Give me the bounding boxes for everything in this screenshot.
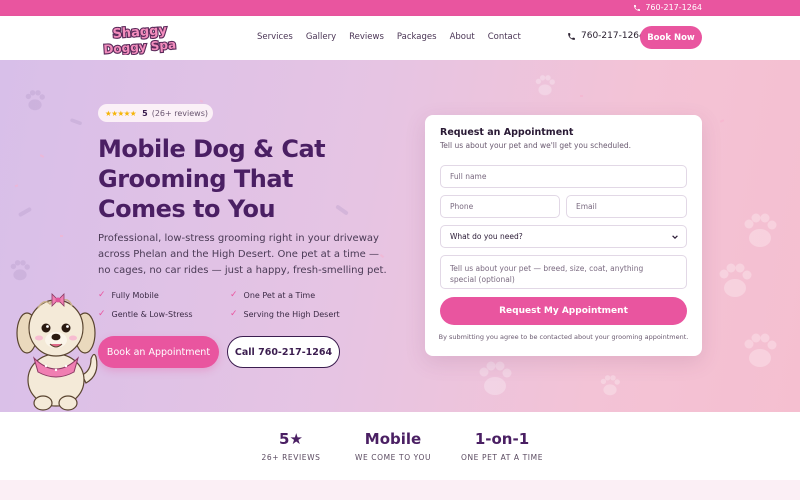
stat-label: 26+ REVIEWS (261, 453, 321, 462)
stat-value: 5★ (279, 430, 303, 448)
rating-badge: ★★★★★ 5 (26+ reviews) (98, 104, 213, 122)
stats-bar: 5★ 26+ REVIEWS Mobile WE COME TO YOU 1-o… (0, 412, 800, 480)
request-appointment-button[interactable]: Request My Appointment (440, 297, 687, 325)
rating-count: (26+ reviews) (151, 108, 208, 118)
nav-links: Services Gallery Reviews Packages About … (257, 32, 521, 42)
next-section-edge (0, 480, 800, 500)
feature-label: One Pet at a Time (243, 290, 316, 300)
feature-list: ✓ Fully Mobile ✓ One Pet at a Time ✓ Gentle… (98, 290, 368, 319)
email-input[interactable]: Email (566, 195, 687, 218)
feature-label: Gentle & Low-Stress (111, 309, 193, 319)
nav-phone-link[interactable]: 760-217-1264 (567, 31, 645, 41)
appointment-form-card: Request an Appointment Tell us about you… (425, 115, 702, 356)
nav-link-gallery[interactable]: Gallery (306, 32, 336, 42)
form-subtitle: Tell us about your pet and we'll get you… (440, 141, 631, 150)
feature-item: ✓ One Pet at a Time (230, 290, 362, 300)
stat-mobile: Mobile WE COME TO YOU (348, 430, 438, 462)
feature-item: ✓ Serving the High Desert (230, 309, 362, 319)
nav-link-contact[interactable]: Contact (488, 32, 521, 42)
nav-phone-text: 760-217-1264 (581, 31, 645, 41)
stat-value: 1-on-1 (474, 430, 530, 448)
shaggy-doggy-spa-logo[interactable]: Shaggy Doggy Spa (98, 21, 182, 55)
phone-icon (568, 32, 575, 40)
call-button[interactable]: Call 760-217-1264 (227, 336, 340, 368)
topbar-phone-text: 760-217-1264 (645, 3, 702, 12)
stat-label: ONE PET AT A TIME (460, 453, 544, 462)
stat-one-on-one: 1-on-1 ONE PET AT A TIME (452, 430, 552, 462)
full-name-input[interactable]: Full name (440, 165, 687, 188)
top-bar: 760-217-1264 (0, 0, 800, 16)
hero-section: ★★★★★ 5 (26+ reviews) Mobile Dog & Cat G… (0, 60, 800, 412)
service-select[interactable]: What do you need? (440, 225, 687, 248)
chevron-down-icon (672, 234, 678, 239)
feature-item: ✓ Fully Mobile (98, 290, 230, 300)
phone-input[interactable]: Phone (440, 195, 560, 218)
feature-label: Serving the High Desert (243, 309, 340, 319)
check-icon: ✓ (230, 290, 238, 300)
nav-link-about[interactable]: About (450, 32, 475, 42)
topbar-phone-link[interactable]: 760-217-1264 (633, 3, 702, 12)
main-nav: Shaggy Doggy Spa Services Gallery Review… (0, 16, 800, 60)
nav-link-reviews[interactable]: Reviews (349, 32, 384, 42)
hero-description: Professional, low-stress grooming right … (98, 233, 387, 276)
service-select-value: What do you need? (450, 232, 523, 241)
nav-link-packages[interactable]: Packages (397, 32, 437, 42)
form-title: Request an Appointment (440, 127, 574, 138)
book-now-button[interactable]: Book Now (640, 26, 702, 49)
doodle-dog-illustration (16, 293, 98, 411)
book-appointment-button[interactable]: Book an Appointment (98, 336, 219, 368)
stat-reviews: 5★ 26+ REVIEWS (251, 430, 331, 462)
pet-message-textarea[interactable]: Tell us about your pet — breed, size, co… (440, 255, 687, 289)
form-disclaimer: By submitting you agree to be contacted … (438, 333, 689, 341)
rating-value: 5 (142, 108, 148, 118)
hero-title: Mobile Dog & Cat Grooming That Comes to … (98, 135, 326, 223)
feature-item: ✓ Gentle & Low-Stress (98, 309, 230, 319)
phone-icon (634, 4, 641, 11)
five-star-icon: ★★★★★ (105, 108, 137, 118)
nav-link-services[interactable]: Services (257, 32, 293, 42)
stat-label: WE COME TO YOU (354, 453, 432, 462)
stat-value: Mobile (364, 430, 422, 448)
feature-label: Fully Mobile (111, 290, 159, 300)
check-icon: ✓ (230, 309, 238, 319)
